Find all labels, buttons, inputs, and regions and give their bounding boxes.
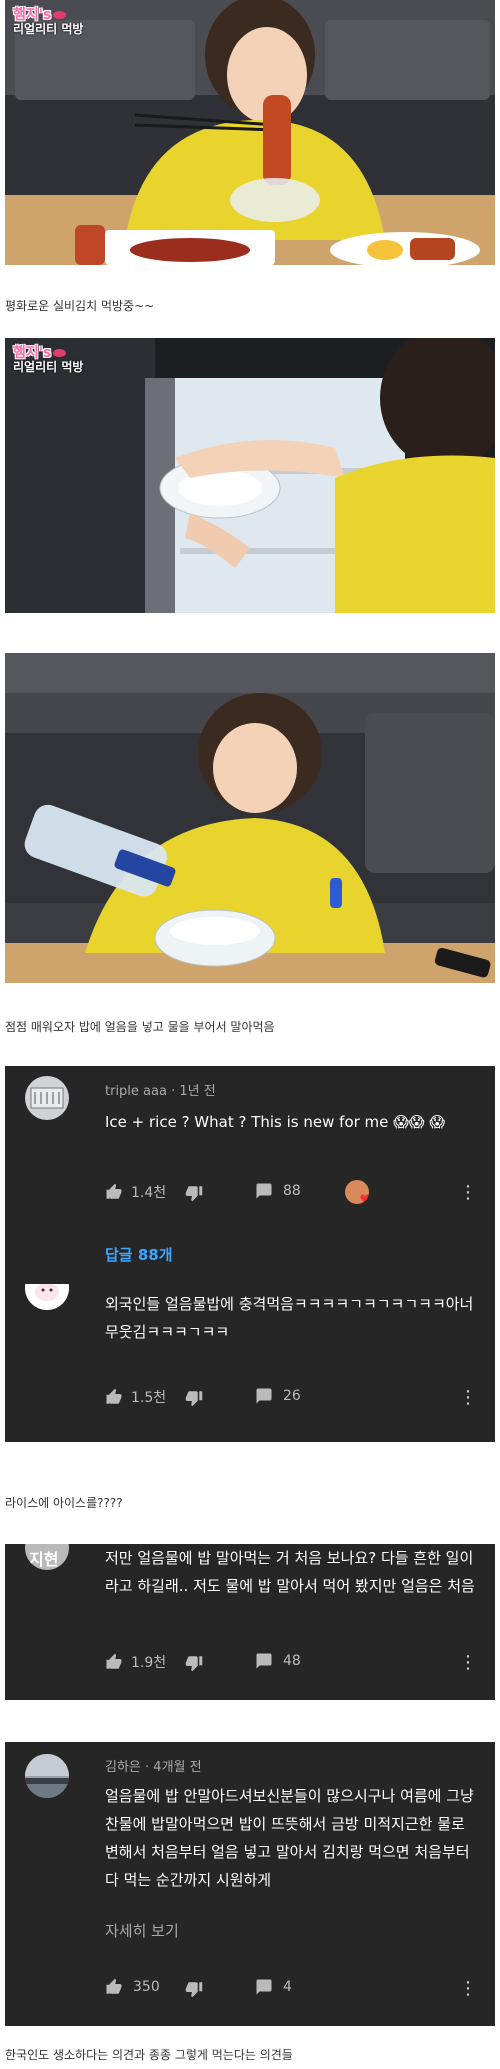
like-count: 1.9천 (131, 1655, 167, 1671)
video-frame-1-image (5, 0, 495, 265)
like-button[interactable]: 1.5천 (105, 1387, 166, 1407)
comment-time: 1년 전 (179, 1084, 216, 1099)
dislike-button[interactable] (185, 1184, 203, 1202)
avatar[interactable] (25, 1076, 69, 1120)
comment-text: 외국인들 얼음물밥에 충격먹음ㅋㅋㅋㅋㄱㅋㄱㅋㄱㅋㅋ아너무웃김ㅋㅋㅋㄱㅋㅋ (105, 1295, 474, 1341)
like-count: 350 (133, 1979, 160, 1995)
reply-count: 26 (283, 1388, 301, 1404)
thumbs-down-icon (185, 1391, 203, 1407)
dislike-button[interactable] (185, 1980, 203, 1998)
channel-logo-2: 햄지's 리얼리티 먹방 (13, 345, 84, 375)
comment-icon (256, 1653, 272, 1669)
thumbs-down-icon (185, 1186, 203, 1202)
reply-count: 88 (283, 1183, 301, 1199)
dislike-button[interactable] (185, 1654, 203, 1672)
creator-heart-badge: ♥ (345, 1180, 369, 1204)
comment-icon (256, 1388, 272, 1404)
comment-card-4: 김하은 · 4개월 전 얼음물에 밥 안말아드셔보신분들이 많으시구나 여름에 … (5, 1742, 495, 2026)
comment-time: 4개월 전 (153, 1760, 202, 1775)
read-more-link[interactable]: 자세히 보기 (105, 1920, 179, 1941)
comment-card-3: 지현 저만 얼음물에 밥 말아먹는 거 처음 보나요? 다들 흔한 일이라고 하… (5, 1544, 495, 1700)
video-frame-3-image (5, 653, 495, 983)
dislike-button[interactable] (185, 1389, 203, 1407)
comment-card-2: 외국인들 얼음물밥에 충격먹음ㅋㅋㅋㅋㄱㅋㄱㅋㄱㅋㅋ아너무웃김ㅋㅋㅋㄱㅋㅋ 1.… (5, 1284, 495, 1442)
comment-icon (256, 1979, 272, 1995)
video-frame-1: 햄지's 리얼리티 먹방 (5, 0, 495, 265)
logo-subtitle: 리얼리티 먹방 (13, 22, 84, 37)
like-button[interactable]: 1.4천 (105, 1182, 166, 1202)
comment-text: Ice + rice ? What ? This is new for me 😱… (105, 1113, 445, 1131)
video-frame-2: 햄지's 리얼리티 먹방 (5, 338, 495, 613)
thumbs-up-icon (106, 1183, 122, 1199)
reply-count: 48 (283, 1653, 301, 1669)
avatar-image (25, 1076, 69, 1120)
thumbs-up-icon (106, 1388, 122, 1404)
comment-meta: triple aaa · 1년 전 (105, 1084, 216, 1099)
comment-card-1: triple aaa · 1년 전 Ice + rice ? What ? Th… (5, 1066, 495, 1298)
lips-icon (53, 11, 67, 19)
caption-1: 평화로운 실비김치 먹방중~~ (5, 299, 155, 313)
avatar-image (25, 1754, 69, 1798)
like-button[interactable]: 1.9천 (105, 1652, 166, 1672)
reply-button[interactable]: 4 (255, 1978, 292, 1996)
thumbs-down-icon (185, 1656, 203, 1672)
lips-icon (53, 349, 67, 357)
comment-text: 얼음물에 밥 안말아드셔보신분들이 많으시구나 여름에 그냥 찬물에 밥말아먹으… (105, 1787, 474, 1889)
thumbs-up-icon (106, 1653, 122, 1669)
reply-button[interactable]: 88 (255, 1182, 301, 1200)
view-replies-link[interactable]: 답글 88개 (105, 1244, 173, 1265)
video-frame-3 (5, 653, 495, 983)
more-vert-icon[interactable]: ⋮ (459, 1978, 477, 1999)
comment-text: 저만 얼음물에 밥 말아먹는 거 처음 보나요? 다들 흔한 일이라고 하길래.… (105, 1549, 475, 1595)
comment-author[interactable]: 김하은 (105, 1760, 141, 1775)
reply-count: 4 (283, 1979, 292, 1995)
avatar[interactable] (25, 1754, 69, 1798)
reply-button[interactable]: 26 (255, 1387, 301, 1405)
like-count: 1.4천 (131, 1185, 167, 1201)
more-vert-icon[interactable]: ⋮ (459, 1182, 477, 1203)
caption-2: 점점 매워오자 밥에 얼음을 넣고 물을 부어서 말아먹음 (5, 1020, 275, 1034)
heart-icon: ♥ (359, 1193, 369, 1204)
like-count: 1.5천 (131, 1390, 167, 1406)
thumbs-up-icon (106, 1978, 122, 1994)
logo-subtitle-2: 리얼리티 먹방 (13, 360, 84, 375)
comment-meta: 김하은 · 4개월 전 (105, 1760, 202, 1775)
more-vert-icon[interactable]: ⋮ (459, 1387, 477, 1408)
comment-author[interactable]: triple aaa (105, 1084, 167, 1099)
caption-4: 한국인도 생소하다는 의견과 종종 그렇게 먹는다는 의견들 (5, 2048, 293, 2062)
avatar[interactable]: 지현 (25, 1544, 69, 1570)
reply-button[interactable]: 48 (255, 1652, 301, 1670)
video-frame-2-image (5, 338, 495, 613)
logo-title-2: 햄지's (13, 345, 52, 361)
like-button[interactable]: 350 (105, 1978, 160, 1996)
channel-logo: 햄지's 리얼리티 먹방 (13, 7, 84, 37)
thumbs-down-icon (185, 1982, 203, 1998)
more-vert-icon[interactable]: ⋮ (459, 1652, 477, 1673)
caption-3: 라이스에 아이스를???? (5, 1496, 123, 1510)
logo-title: 햄지's (13, 7, 52, 23)
avatar-text: 지현 (29, 1550, 59, 1569)
comment-icon (256, 1183, 272, 1199)
